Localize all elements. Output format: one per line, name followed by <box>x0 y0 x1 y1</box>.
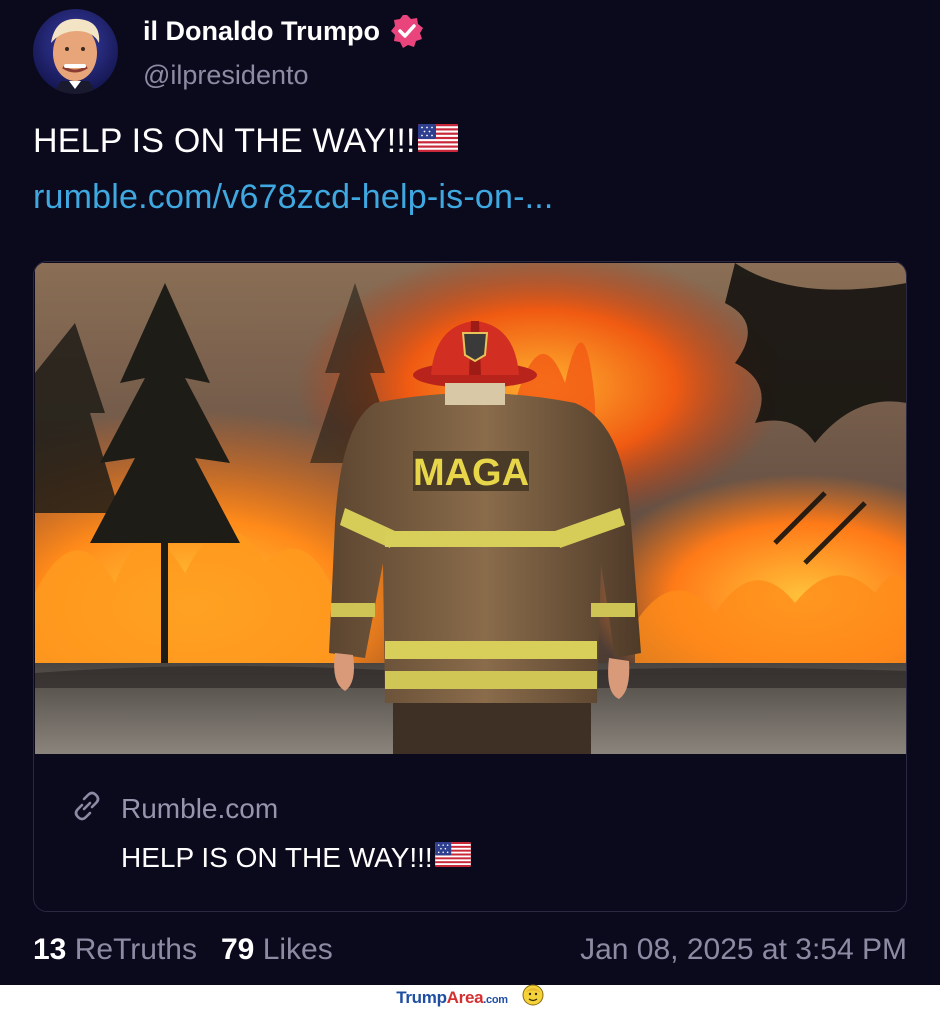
likes-count: 79 <box>220 933 255 966</box>
link-chain-icon <box>70 789 104 823</box>
brand-part-3: .com <box>483 993 508 1006</box>
card-title[interactable]: HELP IS ON THE WAY!!! <box>121 842 471 874</box>
us-flag-icon <box>417 122 458 161</box>
retruths-stat[interactable]: 13 ReTruths <box>33 933 197 967</box>
retruths-count: 13 <box>33 933 67 966</box>
avatar-image <box>33 9 118 94</box>
watermark-footer: TrumpArea.com <box>0 984 940 1010</box>
us-flag-icon <box>434 842 471 874</box>
display-name[interactable]: il Donaldo Trumpo <box>143 16 380 47</box>
avatar[interactable] <box>33 9 118 94</box>
display-name-row[interactable]: il Donaldo Trumpo <box>143 14 424 48</box>
retruths-label: ReTruths <box>74 933 197 966</box>
post: il Donaldo Trumpo @ilpresidento HELP IS … <box>0 0 940 985</box>
author-handle[interactable]: @ilpresidento <box>143 60 309 91</box>
smiley-face-icon <box>522 984 544 1010</box>
post-text: HELP IS ON THE WAY!!! <box>33 122 458 161</box>
brand-part-2: Area <box>446 987 484 1007</box>
post-link[interactable]: rumble.com/v678zcd-help-is-on-... <box>33 178 554 217</box>
card-image[interactable]: MAGA <box>35 263 907 754</box>
post-text-content: HELP IS ON THE WAY!!! <box>33 122 416 160</box>
jacket-label: MAGA <box>413 452 529 494</box>
post-timestamp[interactable]: Jan 08, 2025 at 3:54 PM <box>580 933 907 967</box>
watermark-brand: TrumpArea.com <box>396 988 508 1008</box>
brand-part-1: Trump <box>396 987 447 1007</box>
card-domain[interactable]: Rumble.com <box>121 793 278 825</box>
likes-stat[interactable]: 79 Likes <box>221 933 333 967</box>
verified-badge-icon <box>390 14 424 48</box>
post-stats: 13 ReTruths 79 Likes <box>33 933 333 967</box>
link-preview-card[interactable]: MAGA Rumble.com HELP IS ON THE WAY!!! <box>33 261 907 912</box>
card-title-text: HELP IS ON THE WAY!!! <box>121 842 433 873</box>
likes-label: Likes <box>262 933 333 966</box>
